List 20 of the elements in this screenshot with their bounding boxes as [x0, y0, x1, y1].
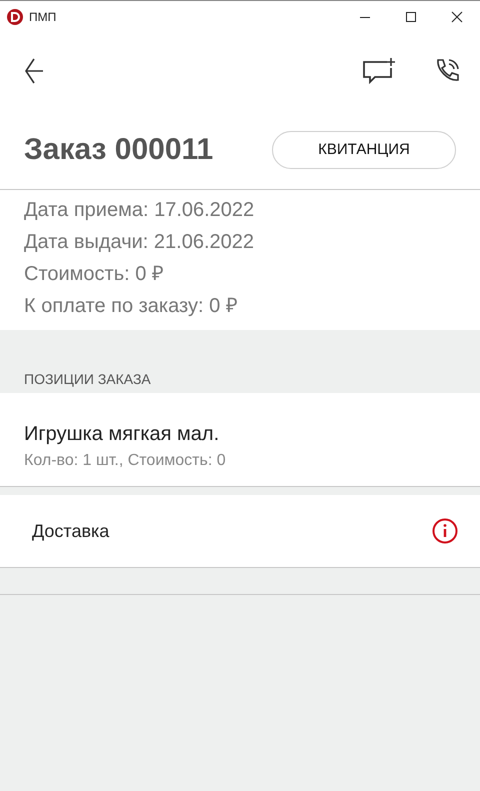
delivery-row[interactable]: Доставка [0, 495, 480, 568]
order-detail: Стоимость: 0 ₽ [24, 262, 165, 287]
item-details: Кол-во: 1 шт., Стоимость: 0 [24, 452, 227, 470]
receipt-button[interactable]: КВИТАНЦИЯ [272, 130, 456, 168]
maximize-icon[interactable] [405, 10, 417, 22]
order-detail: Дата выдачи: 21.06.2022 [24, 230, 255, 255]
section-heading: ПОЗИЦИИ ЗАКАЗА [24, 371, 151, 387]
window-title: ПМП [29, 10, 58, 24]
order-detail: К оплате по заказу: 0 ₽ [24, 294, 239, 319]
close-icon[interactable] [451, 10, 463, 22]
order-title: Заказ 000011 [24, 132, 214, 166]
delivery-label: Доставка [32, 520, 110, 542]
order-item[interactable]: Игрушка мягкая мал. Кол-во: 1 шт., Стоимость: 0 [0, 393, 480, 487]
item-name: Игрушка мягкая мал. [24, 423, 220, 446]
order-detail: Дата приема: 17.06.2022 [24, 198, 256, 223]
app-logo-icon [7, 8, 23, 24]
phone-icon[interactable] [434, 58, 460, 84]
info-icon[interactable] [432, 518, 458, 544]
new-message-icon[interactable] [362, 58, 396, 84]
back-arrow-icon[interactable] [24, 58, 44, 84]
